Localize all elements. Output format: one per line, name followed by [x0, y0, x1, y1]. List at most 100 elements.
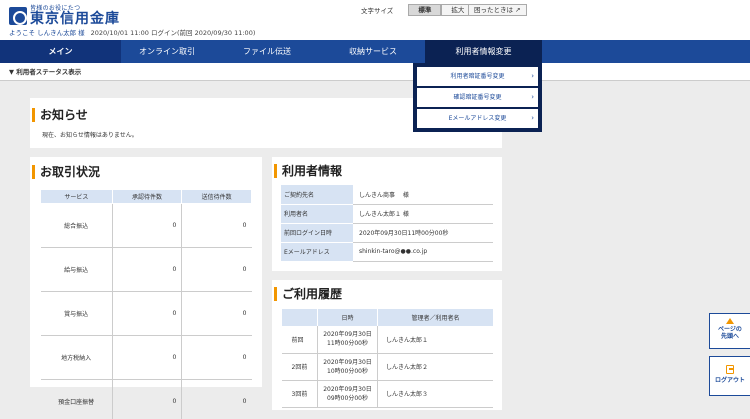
history-time: 10時00分00秒 [327, 367, 368, 375]
table-row: Eメールアドレス shinkin-taro@●●.co.jp [281, 242, 493, 262]
nav-online-transactions[interactable]: オンライン取引 [121, 40, 213, 63]
welcome-text: ようこそ しんきん太郎 様 [9, 29, 85, 37]
transaction-status-panel: お取引状況 サービス 承認待件数 送信待件数 総合振込 0 0 給与振込 0 0… [30, 157, 262, 419]
pending-send-count: 0 [181, 247, 252, 292]
history-user: しんきん太郎２ [377, 353, 493, 381]
font-size-label: 文字サイズ [361, 7, 394, 15]
history-date: 2020年09月30日 [323, 358, 372, 366]
font-standard-button[interactable]: 標準 [408, 4, 442, 16]
table-row: 地方税納入 0 0 [40, 335, 252, 380]
chevron-right-icon: › [531, 72, 534, 80]
user-info-title: 利用者情報 [274, 164, 342, 178]
column-header [281, 309, 318, 326]
history-time: 09時00分00秒 [327, 394, 368, 402]
help-button[interactable]: 困ったときは ↗ [468, 4, 527, 16]
nav-user-info-change[interactable]: 利用者情報変更 [425, 40, 542, 63]
column-header: 送信待件数 [181, 189, 252, 204]
page-top-label-2: 先頭へ [720, 333, 739, 340]
column-header: 管理者／利用者名 [377, 309, 493, 326]
table-row: ご契約先名 しんきん商事 様 [281, 185, 493, 205]
logout-icon [726, 365, 734, 374]
field-value: 2020年09月30日11時00分00秒 [353, 223, 493, 243]
table-row: 総合振込 0 0 [40, 203, 252, 248]
menu-item-confirm-password-change[interactable]: 確認暗証番号変更 › [417, 88, 538, 107]
logo-name: 東京信用金庫 [30, 11, 120, 27]
field-label: ご契約先名 [281, 185, 353, 205]
menu-item-password-change[interactable]: 利用者暗証番号変更 › [417, 67, 538, 86]
page-top-button[interactable]: ページの 先頭へ [709, 313, 750, 349]
field-label: 利用者名 [281, 204, 353, 224]
menu-item-email-change[interactable]: Eメールアドレス変更 › [417, 109, 538, 128]
service-name: 給与振込 [40, 247, 113, 292]
login-info: 2020/10/01 11:00 ログイン(前回 2020/09/30 11:0… [90, 29, 256, 37]
history-user: しんきん太郎３ [377, 380, 493, 408]
column-header: 承認待件数 [111, 189, 183, 204]
welcome-line: ようこそ しんきん太郎 様 2020/10/01 11:00 ログイン(前回 20… [9, 27, 255, 37]
column-header: サービス [40, 189, 113, 204]
bank-logo[interactable]: 皆様のお役にたつ 東京信用金庫 [9, 5, 120, 27]
arrow-up-icon [726, 318, 734, 324]
history-datetime: 2020年09月30日 10時00分00秒 [317, 353, 378, 381]
notice-message: 現在、お知らせ情報はありません。 [42, 132, 138, 139]
pending-approval-count: 0 [112, 379, 183, 419]
chevron-right-icon: › [531, 93, 534, 101]
notice-title: お知らせ [32, 108, 88, 122]
header: 皆様のお役にたつ 東京信用金庫 ようこそ しんきん太郎 様 2020/10/01 … [0, 0, 750, 40]
page-top-label-1: ページの [718, 326, 742, 333]
menu-item-label: Eメールアドレス変更 [448, 115, 507, 122]
history-datetime: 2020年09月30日 09時00分00秒 [317, 380, 378, 408]
pending-send-count: 0 [181, 291, 252, 336]
service-name: 賞与振込 [40, 291, 113, 336]
logout-button[interactable]: ログアウト [709, 356, 750, 396]
user-info-table: ご契約先名 しんきん商事 様 利用者名 しんきん太郎１ 様 前回ログイン日時 2… [281, 185, 493, 262]
pending-send-count: 0 [181, 379, 252, 419]
field-value: しんきん太郎１ 様 [353, 204, 493, 224]
field-label: Eメールアドレス [281, 242, 353, 262]
user-info-dropdown: 利用者暗証番号変更 › 確認暗証番号変更 › Eメールアドレス変更 › [413, 63, 542, 132]
font-size-control: 文字サイズ 標準 拡大 [361, 4, 475, 16]
menu-item-label: 確認暗証番号変更 [453, 94, 502, 101]
history-round: 前回 [281, 326, 318, 354]
pending-send-count: 0 [181, 335, 252, 380]
field-value: shinkin-taro@●●.co.jp [353, 242, 493, 262]
usage-history-table: 日時 管理者／利用者名 前回 2020年09月30日 11時00分00秒 しんきん… [281, 309, 493, 408]
table-row: 賞与振込 0 0 [40, 291, 252, 336]
table-row: 預金口座振替 0 0 [40, 379, 252, 419]
nav-main[interactable]: メイン [0, 40, 121, 63]
main-nav: メイン オンライン取引 ファイル伝送 収納サービス 利用者情報変更 [0, 40, 750, 63]
field-label: 前回ログイン日時 [281, 223, 353, 243]
table-row: 3回前 2020年09月30日 09時00分00秒 しんきん太郎３ [281, 380, 493, 408]
help-label: 困ったときは [474, 6, 513, 14]
usage-history-title: ご利用履歴 [274, 287, 342, 301]
history-round: 2回前 [281, 353, 318, 381]
logout-label: ログアウト [714, 377, 745, 384]
chevron-right-icon: › [531, 114, 534, 122]
usage-history-panel: ご利用履歴 日時 管理者／利用者名 前回 2020年09月30日 11時00分00… [272, 280, 502, 410]
transaction-table: サービス 承認待件数 送信待件数 総合振込 0 0 給与振込 0 0 賞与振込 … [40, 189, 252, 419]
history-date: 2020年09月30日 [323, 385, 372, 393]
nav-payment-service[interactable]: 収納サービス [321, 40, 425, 63]
history-user: しんきん太郎１ [377, 326, 493, 354]
pending-send-count: 0 [181, 203, 252, 248]
table-row: 2回前 2020年09月30日 10時00分00秒 しんきん太郎２ [281, 353, 493, 381]
transaction-status-title: お取引状況 [32, 165, 100, 179]
service-name: 総合振込 [40, 203, 113, 248]
pending-approval-count: 0 [112, 291, 183, 336]
pending-approval-count: 0 [112, 335, 183, 380]
table-row: 前回ログイン日時 2020年09月30日11時00分00秒 [281, 223, 493, 243]
user-info-panel: 利用者情報 ご契約先名 しんきん商事 様 利用者名 しんきん太郎１ 様 前回ログ… [272, 157, 502, 271]
service-name: 地方税納入 [40, 335, 113, 380]
service-name: 預金口座振替 [40, 379, 113, 419]
field-value: しんきん商事 様 [353, 185, 493, 205]
table-row: 給与振込 0 0 [40, 247, 252, 292]
table-row: 利用者名 しんきん太郎１ 様 [281, 204, 493, 224]
history-datetime: 2020年09月30日 11時00分00秒 [317, 326, 378, 354]
history-time: 11時00分00秒 [327, 340, 368, 348]
table-row: 前回 2020年09月30日 11時00分00秒 しんきん太郎１ [281, 326, 493, 354]
menu-item-label: 利用者暗証番号変更 [450, 73, 505, 80]
history-date: 2020年09月30日 [323, 331, 372, 339]
bank-logo-icon [9, 7, 27, 25]
external-link-icon: ↗ [515, 6, 521, 14]
nav-file-transfer[interactable]: ファイル伝送 [213, 40, 321, 63]
user-status-toggle[interactable]: ▼ 利用者ステータス表示 [0, 63, 750, 81]
